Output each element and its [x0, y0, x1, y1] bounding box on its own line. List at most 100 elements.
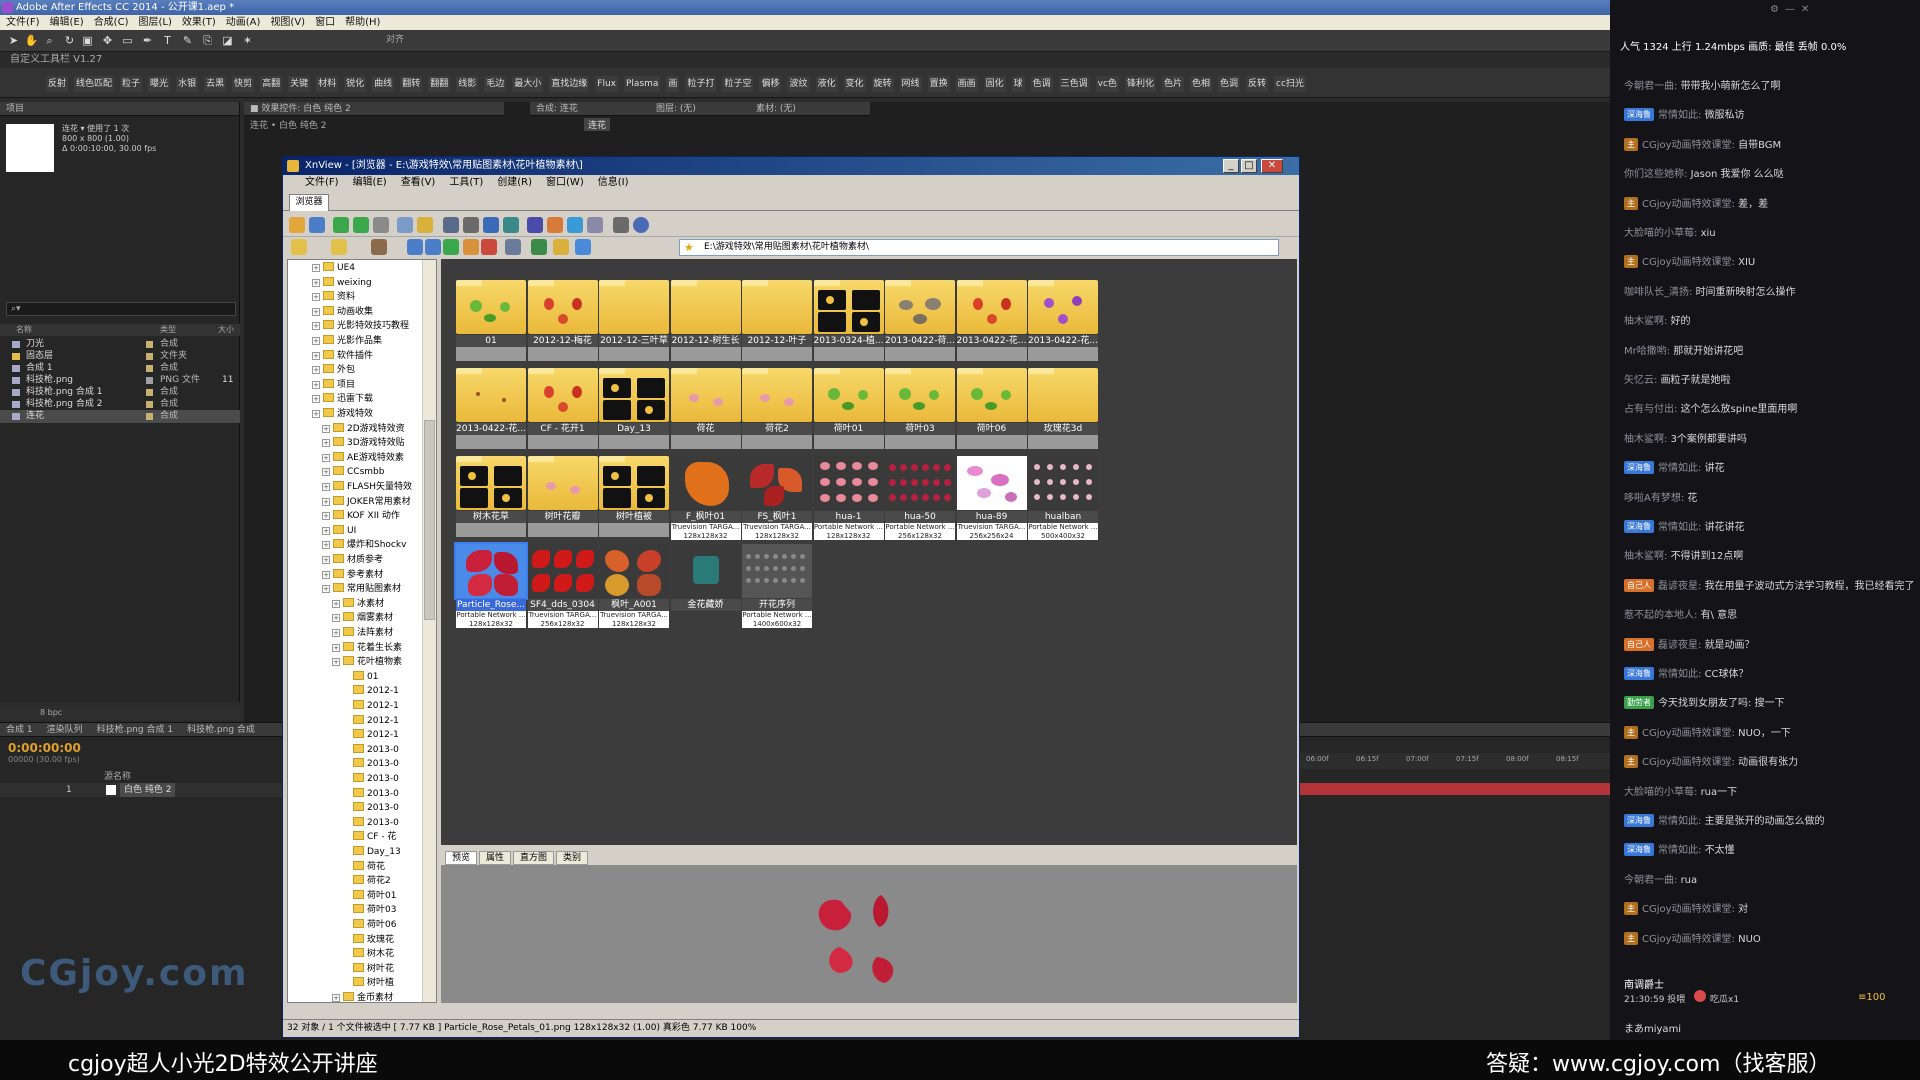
expand-toggle-icon[interactable]: +: [322, 541, 330, 550]
thumbnail-item[interactable]: 荷叶01: [811, 365, 887, 453]
thumbnail-item[interactable]: 树叶植被: [596, 453, 672, 541]
ae-menu-item[interactable]: 效果(T): [182, 15, 216, 30]
fx-button[interactable]: 线影: [456, 76, 479, 92]
chat-username[interactable]: 常情如此:: [1658, 110, 1701, 121]
fx-button[interactable]: 材料: [316, 76, 339, 92]
xnview-menu-item[interactable]: 编辑(E): [353, 175, 387, 191]
layer-duration-bar[interactable]: [1300, 783, 1610, 795]
fx-button[interactable]: 锐化: [344, 76, 367, 92]
thumbnail-item[interactable]: 树木花草: [453, 453, 529, 541]
thumbnail-item[interactable]: 树叶花瓣: [525, 453, 601, 541]
thumbnail-item[interactable]: FS_枫叶1 Truevision TARGA... 128x128x32: [739, 453, 815, 541]
minimize-icon[interactable]: —: [1785, 4, 1795, 16]
chat-username[interactable]: 咖啡队长_清扬:: [1624, 287, 1692, 298]
expand-toggle-icon[interactable]: +: [322, 439, 330, 448]
tree-node[interactable]: 2013-0: [342, 743, 399, 758]
expand-toggle-icon[interactable]: +: [322, 497, 330, 506]
chat-username[interactable]: 柚木鲨啊:: [1624, 434, 1667, 445]
chat-username[interactable]: CGjoy动画特效课堂:: [1642, 728, 1735, 739]
tree-node[interactable]: + 软件插件: [312, 349, 373, 364]
tree-node[interactable]: + AE游戏特效素: [322, 451, 404, 466]
snap-label[interactable]: 对齐: [380, 33, 410, 48]
fx-button[interactable]: 粒子: [120, 76, 143, 92]
tree-node[interactable]: + 常用贴图素材: [322, 582, 401, 597]
fx-button[interactable]: 色相: [1189, 76, 1212, 92]
fx-button[interactable]: 翻翻: [428, 76, 451, 92]
sort-icon[interactable]: [531, 239, 547, 255]
expand-toggle-icon[interactable]: +: [332, 994, 340, 1002]
thumbnail-item[interactable]: 金花藏娇: [668, 541, 744, 629]
xnview-menu-item[interactable]: 创建(R): [497, 175, 532, 191]
layer-name[interactable]: 白色 纯色 2: [120, 783, 176, 797]
fx-button[interactable]: 水银: [176, 76, 199, 92]
tab-browser[interactable]: 浏览器: [289, 194, 329, 211]
expand-toggle-icon[interactable]: +: [312, 293, 320, 302]
thumbnail-item[interactable]: hua-1 Portable Network ... 128x128x32: [811, 453, 887, 541]
fx-button[interactable]: 旋转: [871, 76, 894, 92]
view-icon[interactable]: [587, 217, 603, 233]
fx-button[interactable]: 曝光: [148, 76, 171, 92]
hand-tool-icon[interactable]: ✋: [24, 33, 39, 48]
tree-node[interactable]: + 动画收集: [312, 305, 373, 320]
camera-tool-icon[interactable]: ▣: [80, 33, 95, 48]
fx-button[interactable]: 锋利化: [1124, 76, 1156, 92]
tree-node[interactable]: 2012-1: [342, 699, 399, 714]
chat-username[interactable]: 矢忆云:: [1624, 375, 1657, 386]
tree-node[interactable]: 树木花: [342, 947, 394, 962]
text-tool-icon[interactable]: T: [160, 33, 175, 48]
expand-toggle-icon[interactable]: +: [312, 366, 320, 375]
fx-button[interactable]: 偏移: [759, 76, 782, 92]
expand-toggle-icon[interactable]: +: [322, 483, 330, 491]
xnview-menu-item[interactable]: 工具(T): [449, 175, 483, 191]
fx-button[interactable]: 快剪: [232, 76, 255, 92]
new-folder-icon[interactable]: [463, 239, 479, 255]
timeline-tab[interactable]: 科技枪.png 合成: [187, 723, 255, 736]
thumbnail-item[interactable]: 荷花: [668, 365, 744, 453]
fx-button[interactable]: 画画: [955, 76, 978, 92]
back-icon[interactable]: [333, 217, 349, 233]
fx-button[interactable]: 去黑: [204, 76, 227, 92]
thumbnail-item[interactable]: 荷叶06: [954, 365, 1030, 453]
settings-icon[interactable]: ⚙: [1770, 4, 1779, 16]
tree-node[interactable]: 2013-0: [342, 801, 399, 816]
fx-button[interactable]: Plasma: [624, 76, 661, 92]
tree-node[interactable]: + 花着生长素: [332, 641, 402, 656]
view-mode-icon[interactable]: [505, 239, 521, 255]
print-icon[interactable]: [463, 217, 479, 233]
thumbnail-item[interactable]: hua-89 Truevision TARGA... 256x256x24: [954, 453, 1030, 541]
info-icon[interactable]: [633, 217, 649, 233]
stamp-tool-icon[interactable]: ⎘: [200, 33, 215, 48]
xnview-menu-item[interactable]: 查看(V): [401, 175, 436, 191]
tree-node[interactable]: + CCsmbb: [322, 465, 384, 480]
chat-username[interactable]: CGjoy动画特效课堂:: [1642, 199, 1735, 210]
chat-username[interactable]: 常情如此:: [1658, 463, 1701, 474]
chat-username[interactable]: 大脸喵的小草莓:: [1624, 228, 1697, 239]
preview-tab[interactable]: 预览: [445, 851, 478, 865]
chat-username[interactable]: 你们这些她称:: [1624, 169, 1687, 180]
chat-username[interactable]: 惹不起的本地人:: [1624, 610, 1697, 621]
fx-button[interactable]: 线色匹配: [74, 76, 115, 92]
fx-button[interactable]: 曲线: [372, 76, 395, 92]
find-icon[interactable]: [443, 217, 459, 233]
layer-tab[interactable]: 图层: (无): [650, 102, 750, 116]
thumbnail-item[interactable]: 开花序列 Portable Network ... 1400x600x32: [739, 541, 815, 629]
expand-toggle-icon[interactable]: +: [322, 424, 330, 433]
chat-username[interactable]: 哆啦A有梦想:: [1624, 493, 1684, 504]
tree-node[interactable]: + 金币素材: [332, 991, 393, 1002]
fx-button[interactable]: 最大小: [512, 76, 544, 92]
folders-icon[interactable]: [291, 239, 307, 255]
tree-node[interactable]: +3D游戏特效贴: [322, 436, 405, 451]
tree-node[interactable]: 2013-0: [342, 816, 399, 831]
expand-toggle-icon[interactable]: +: [312, 351, 320, 360]
expand-toggle-icon[interactable]: +: [312, 307, 320, 316]
chat-username[interactable]: 磊谚夜星:: [1658, 581, 1701, 592]
fx-button[interactable]: 色调: [1217, 76, 1240, 92]
tree-scrollbar[interactable]: [422, 260, 436, 1002]
footage-tab[interactable]: 素材: (无): [750, 102, 870, 116]
categories-icon[interactable]: [371, 239, 387, 255]
close-icon[interactable]: ✕: [1801, 4, 1809, 16]
tree-node[interactable]: + UE4: [312, 261, 355, 276]
tree-node[interactable]: 01: [342, 670, 378, 685]
expand-toggle-icon[interactable]: +: [322, 453, 330, 462]
nav-back-icon[interactable]: [407, 239, 423, 255]
